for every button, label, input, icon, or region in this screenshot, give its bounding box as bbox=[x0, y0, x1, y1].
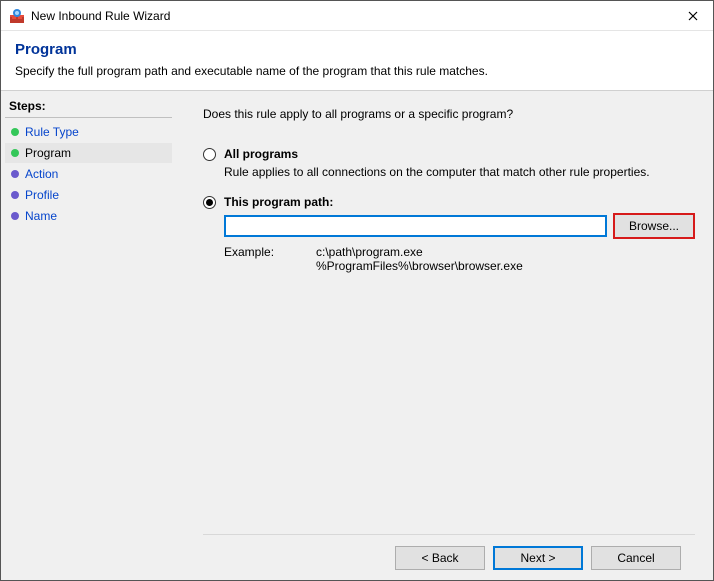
step-action[interactable]: Action bbox=[5, 164, 172, 184]
next-button[interactable]: Next > bbox=[493, 546, 583, 570]
option-all-programs-row: All programs bbox=[203, 147, 695, 161]
option-this-path-row: This program path: bbox=[203, 195, 695, 209]
option-all-desc: Rule applies to all connections on the c… bbox=[224, 165, 695, 179]
bullet-icon bbox=[11, 212, 19, 220]
wizard-window: New Inbound Rule Wizard Program Specify … bbox=[0, 0, 714, 581]
step-label: Profile bbox=[25, 188, 59, 202]
example-values: c:\path\program.exe %ProgramFiles%\brows… bbox=[316, 245, 523, 273]
window-title: New Inbound Rule Wizard bbox=[31, 9, 673, 23]
browse-button[interactable]: Browse... bbox=[613, 213, 695, 239]
bullet-icon bbox=[11, 128, 19, 136]
wizard-header: Program Specify the full program path an… bbox=[1, 31, 713, 90]
option-path-label: This program path: bbox=[224, 195, 333, 209]
radio-all-programs[interactable] bbox=[203, 148, 216, 161]
step-label: Program bbox=[25, 146, 71, 160]
bullet-icon bbox=[11, 170, 19, 178]
step-label: Action bbox=[25, 167, 58, 181]
bullet-icon bbox=[11, 149, 19, 157]
page-description: Specify the full program path and execut… bbox=[15, 64, 699, 78]
step-rule-type[interactable]: Rule Type bbox=[5, 122, 172, 142]
program-path-input[interactable] bbox=[224, 215, 607, 237]
radio-this-program-path[interactable] bbox=[203, 196, 216, 209]
step-name[interactable]: Name bbox=[5, 206, 172, 226]
wizard-body: Steps: Rule Type Program Action Profile … bbox=[1, 90, 713, 580]
step-label: Name bbox=[25, 209, 57, 223]
steps-heading: Steps: bbox=[5, 97, 172, 118]
titlebar: New Inbound Rule Wizard bbox=[1, 1, 713, 31]
step-label: Rule Type bbox=[25, 125, 79, 139]
option-all-label: All programs bbox=[224, 147, 298, 161]
back-button[interactable]: < Back bbox=[395, 546, 485, 570]
content-inner: Does this rule apply to all programs or … bbox=[203, 107, 695, 534]
page-title: Program bbox=[15, 41, 699, 58]
step-profile[interactable]: Profile bbox=[5, 185, 172, 205]
wizard-footer: < Back Next > Cancel bbox=[203, 534, 695, 580]
steps-sidebar: Steps: Rule Type Program Action Profile … bbox=[1, 91, 177, 580]
example-label: Example: bbox=[224, 245, 284, 273]
firewall-icon bbox=[9, 8, 25, 24]
cancel-button[interactable]: Cancel bbox=[591, 546, 681, 570]
program-path-row: Browse... bbox=[224, 213, 695, 239]
prompt-text: Does this rule apply to all programs or … bbox=[203, 107, 695, 121]
step-program[interactable]: Program bbox=[5, 143, 172, 163]
close-button[interactable] bbox=[673, 1, 713, 31]
example-row: Example: c:\path\program.exe %ProgramFil… bbox=[224, 245, 695, 273]
content-pane: Does this rule apply to all programs or … bbox=[177, 91, 713, 580]
bullet-icon bbox=[11, 191, 19, 199]
